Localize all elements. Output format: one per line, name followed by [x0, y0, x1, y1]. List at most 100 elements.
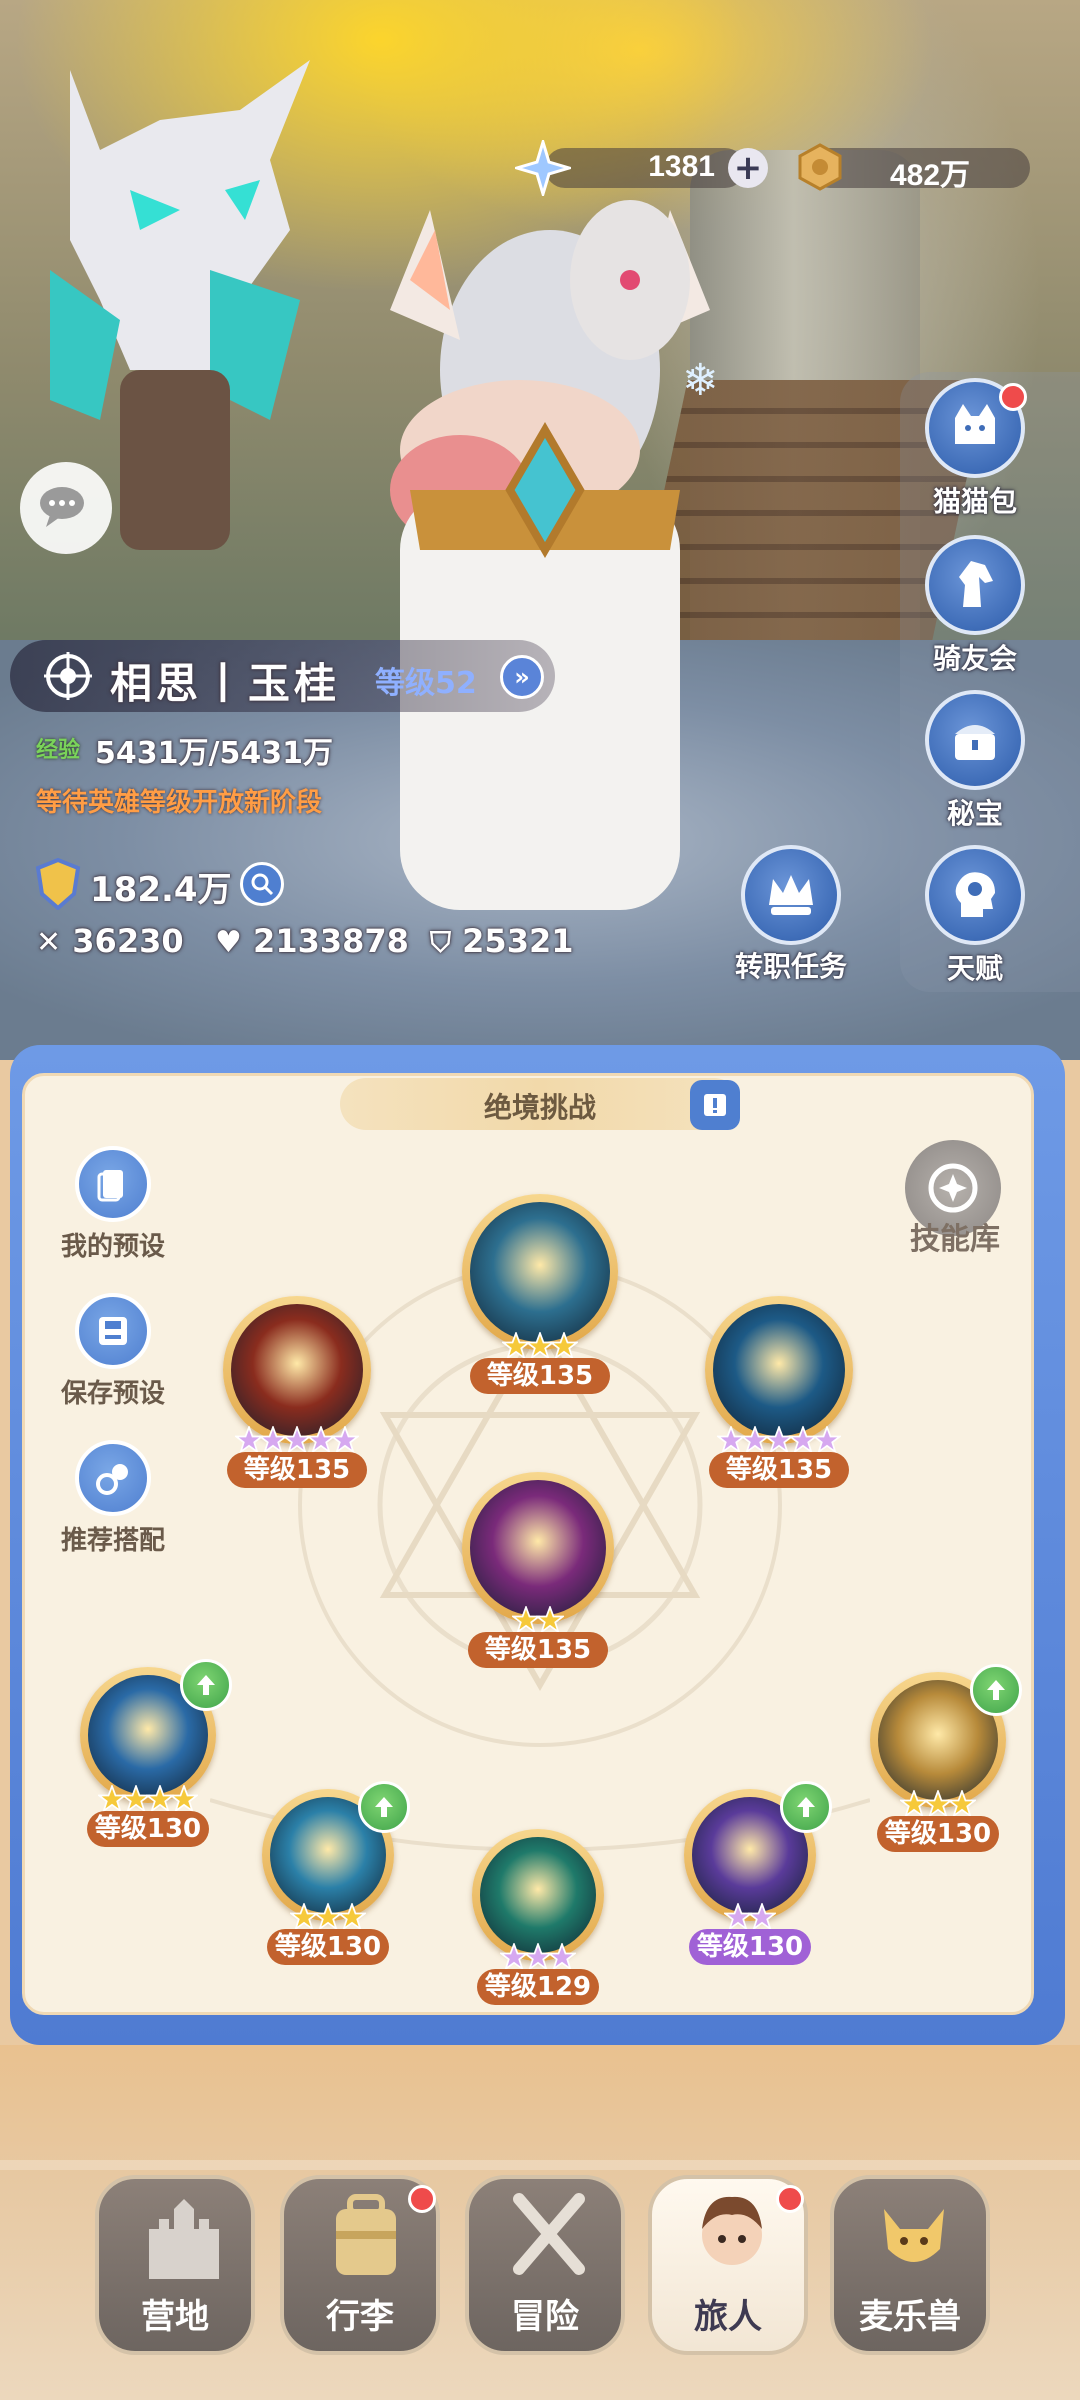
challenge-info-button[interactable] [690, 1080, 740, 1130]
preset-cards-icon [75, 1146, 151, 1222]
skill-icon [231, 1304, 363, 1436]
exp-label: 经验 [36, 738, 81, 763]
traveler-avatar-icon [702, 2196, 762, 2265]
save-disk-icon [75, 1293, 151, 1369]
job-change-task-label: 转职任务 [734, 950, 847, 983]
power-value: 182.4万 [90, 870, 232, 910]
defense-value: 25321 [462, 922, 574, 960]
my-preset-button[interactable]: 我的预设 [53, 1146, 173, 1263]
skill-icon [713, 1304, 845, 1436]
chat-button[interactable] [20, 462, 112, 554]
stage-notice: 等待英雄等级开放新阶段 [36, 788, 323, 818]
exp-value: 5431万/5431万 [95, 736, 333, 771]
skill-stars [448, 1943, 628, 1971]
nav-tab-badge [408, 2185, 436, 2213]
nav-tab[interactable]: 营地 [95, 2175, 255, 2355]
plus-icon: + [733, 148, 763, 188]
upgrade-arrow-icon[interactable] [358, 1781, 410, 1833]
head-gear-icon [925, 845, 1025, 945]
heart-icon: ♥ [215, 925, 242, 960]
save-preset-button[interactable]: 保存预设 [53, 1293, 173, 1410]
nav-tab-label: 旅人 [694, 2297, 762, 2337]
castle-icon [149, 2199, 219, 2279]
skill-icon [470, 1202, 610, 1342]
extreme-challenge-label: 绝境挑战 [483, 1091, 596, 1124]
attack-stat: ✕ 36230 [36, 922, 184, 960]
skill-level: 等级129 [477, 1969, 599, 2005]
skill-stars [848, 1790, 1028, 1818]
skill-level: 等级135 [227, 1452, 367, 1488]
backpack-icon [336, 2194, 396, 2275]
crystal-value: 1381 [648, 150, 715, 183]
nav-tab[interactable]: 麦乐兽 [830, 2175, 990, 2355]
skill-stars [207, 1426, 387, 1454]
nav-tab-badge [776, 2185, 804, 2213]
recommend-combo-button[interactable]: 推荐搭配 [53, 1440, 173, 1557]
skill-library-label: 技能库 [910, 1222, 1000, 1257]
save-preset-label: 保存预设 [60, 1379, 165, 1409]
skill-level: 等级130 [87, 1811, 209, 1847]
crown-icon [741, 845, 841, 945]
rider-club-button[interactable]: 骑友会 [920, 535, 1030, 677]
chat-bubble-icon [40, 487, 84, 527]
bottom-nav-divider [0, 2160, 1080, 2170]
my-preset-label: 我的预设 [60, 1232, 165, 1262]
gold-value: 482万 [889, 159, 971, 192]
job-change-task-button[interactable] [736, 845, 846, 945]
skill-library-icon [928, 1163, 978, 1213]
skill-level: 等级135 [468, 1632, 608, 1668]
shield-icon: ⛉ [430, 926, 452, 959]
cat-bag-label: 猫猫包 [932, 485, 1017, 518]
recommend-combo-label: 推荐搭配 [60, 1526, 165, 1556]
skill-level: 等级135 [709, 1452, 849, 1488]
recommend-combo-icon [75, 1440, 151, 1516]
rider-club-label: 骑友会 [932, 642, 1017, 675]
attack-value: 36230 [72, 922, 184, 960]
skill-stars [448, 1606, 628, 1634]
skill-icon [470, 1480, 606, 1616]
talent-button[interactable]: 天赋 [920, 845, 1030, 987]
upgrade-arrow-icon[interactable] [180, 1659, 232, 1711]
nav-tab-label: 麦乐兽 [859, 2297, 961, 2337]
hero-on-mount-figure [390, 200, 710, 910]
skill-icon [480, 1837, 596, 1953]
upgrade-arrow-icon[interactable] [970, 1664, 1022, 1716]
skill-level: 等级130 [877, 1816, 999, 1852]
snowflake-crystal-icon [515, 140, 571, 196]
hp-stat: ♥ 2133878 [215, 922, 409, 960]
crossed-swords-icon: ✕ [36, 925, 62, 960]
add-crystal-button[interactable]: + [728, 148, 768, 188]
search-icon [251, 873, 274, 896]
level-detail-button[interactable]: » [500, 655, 544, 699]
nav-tab[interactable]: 冒险 [465, 2175, 625, 2355]
class-emblem-icon [44, 652, 92, 700]
double-chevron-right-icon: » [514, 663, 530, 691]
nav-tab-label: 冒险 [511, 2297, 579, 2337]
nav-tab-label: 营地 [141, 2297, 209, 2337]
hero-level: 等级52 [375, 666, 477, 701]
skill-stars [689, 1426, 869, 1454]
skill-stars [238, 1903, 418, 1931]
fox-pet-icon [884, 2209, 944, 2262]
horse-head-icon [925, 535, 1025, 635]
skill-stars [660, 1903, 840, 1931]
info-book-icon [704, 1094, 726, 1116]
treasure-label: 秘宝 [946, 797, 1003, 830]
upgrade-arrow-icon[interactable] [780, 1781, 832, 1833]
defense-stat: ⛉ 25321 [430, 922, 573, 960]
cat-bag-badge [999, 383, 1027, 411]
skill-stars [58, 1785, 238, 1813]
skill-level: 等级135 [470, 1358, 610, 1394]
power-shield-icon [35, 858, 81, 910]
hp-value: 2133878 [253, 922, 409, 960]
nav-tab-label: 行李 [326, 2297, 394, 2337]
snowflake-decoration-icon: ❄ [682, 355, 719, 406]
treasure-button[interactable]: 秘宝 [920, 690, 1030, 832]
crossed-swords-icon [513, 2193, 585, 2275]
power-detail-button[interactable] [240, 862, 284, 906]
skill-level: 等级130 [267, 1929, 389, 1965]
treasure-chest-icon [925, 690, 1025, 790]
talent-label: 天赋 [946, 952, 1003, 985]
gold-coin-icon [798, 143, 842, 191]
skill-stars [450, 1332, 630, 1360]
